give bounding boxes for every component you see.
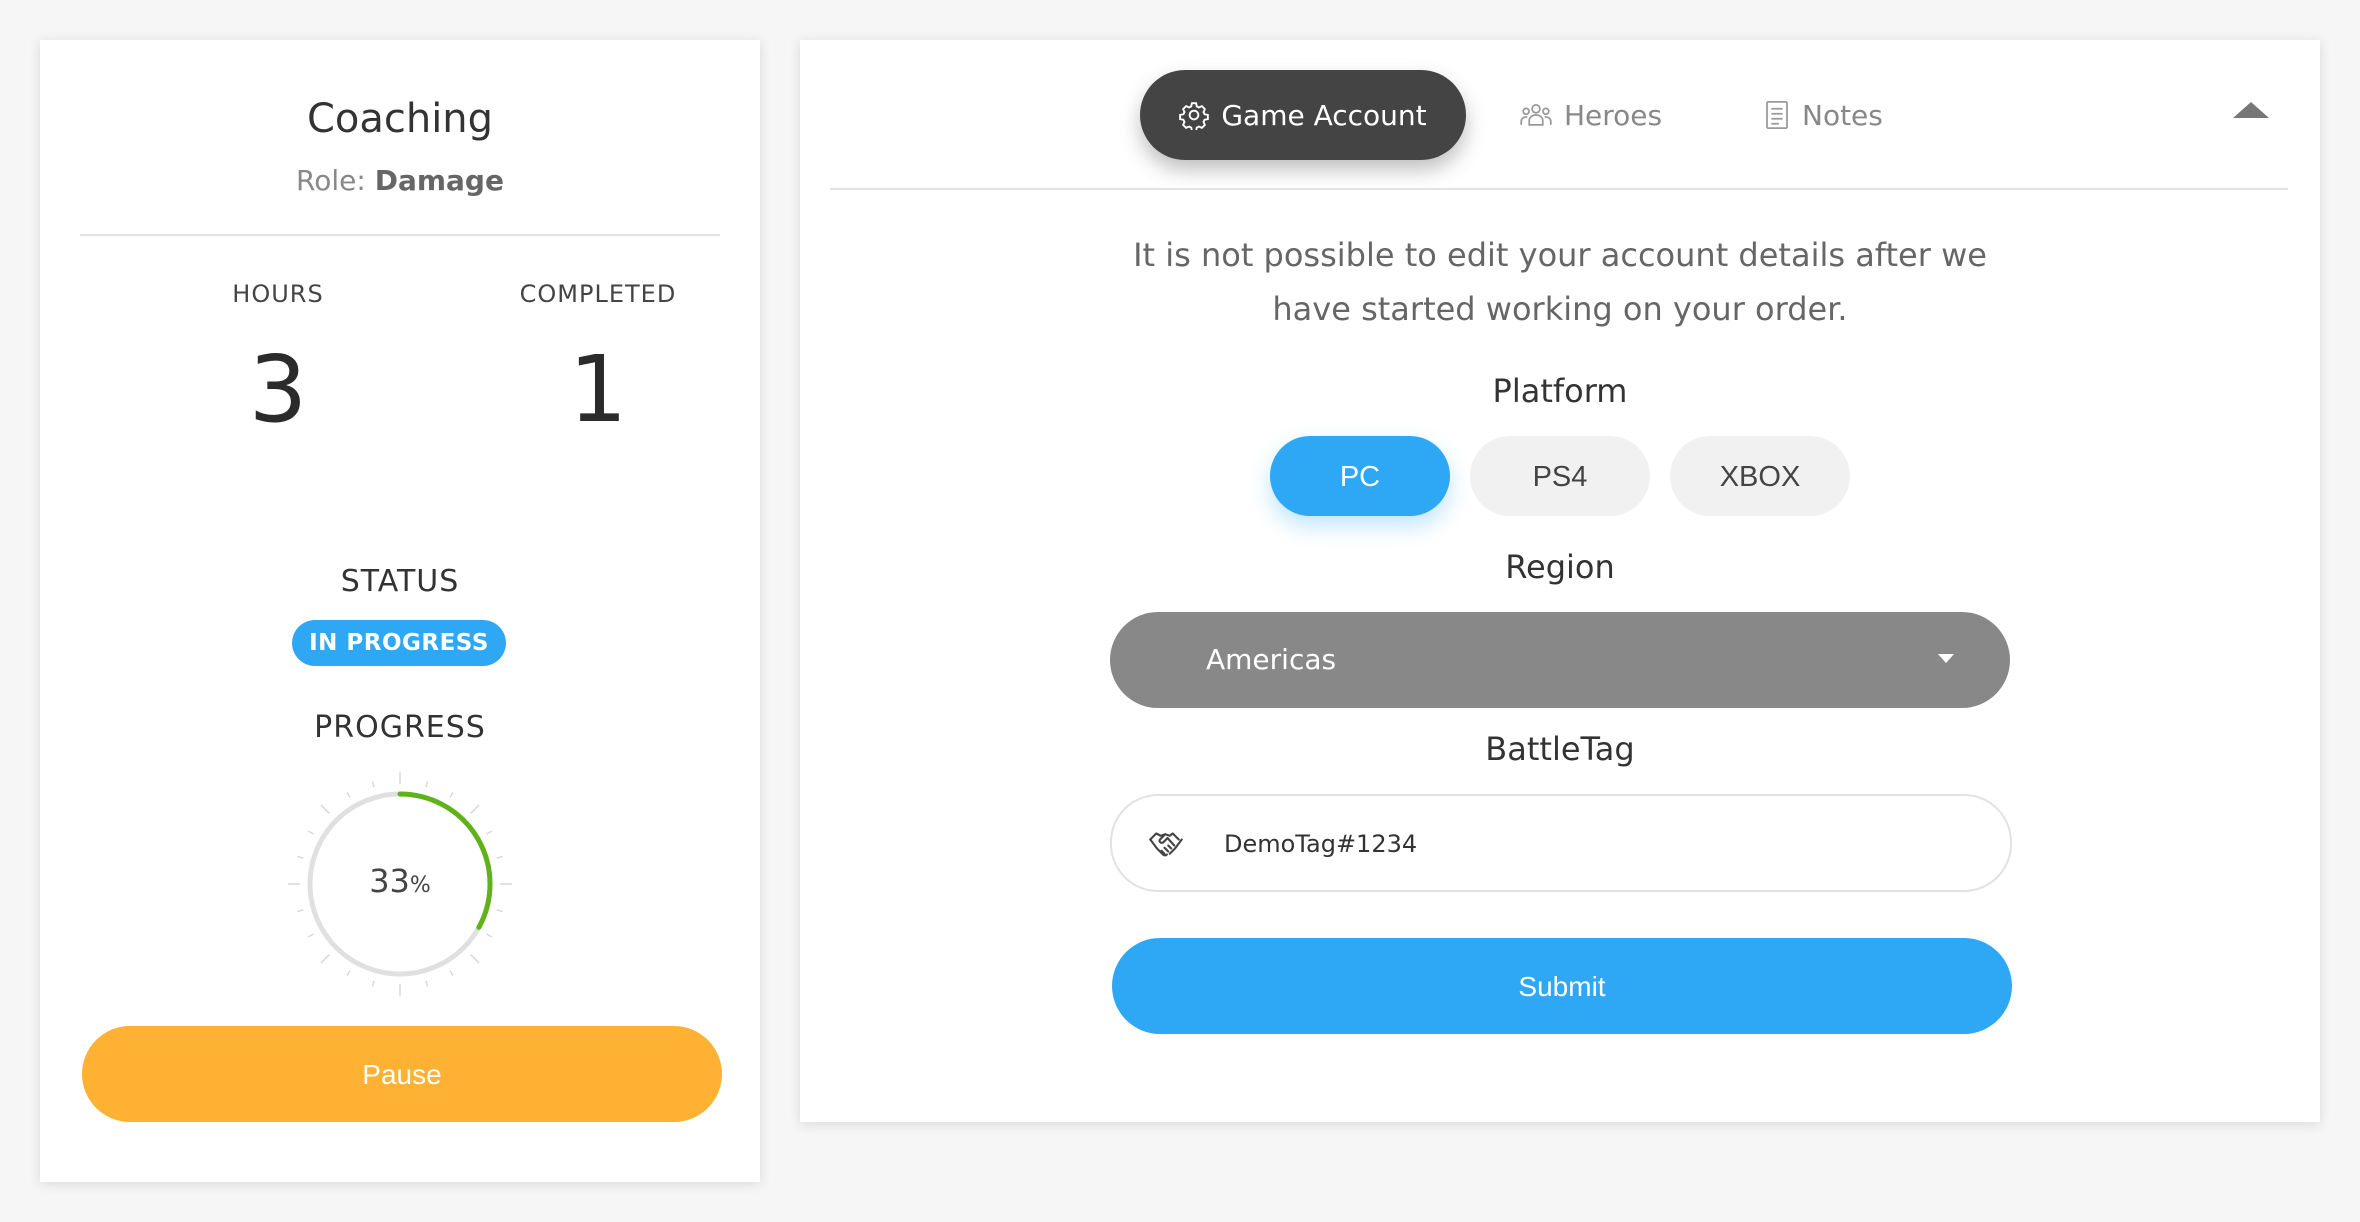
- gauge-tick: [470, 954, 480, 964]
- gauge-tick: [297, 855, 304, 859]
- platform-pc-button[interactable]: PC: [1270, 436, 1450, 516]
- gauge-tick: [486, 830, 493, 835]
- status-badge: IN PROGRESS: [292, 620, 506, 666]
- gauge-tick: [320, 954, 330, 964]
- gauge-tick: [486, 933, 493, 938]
- order-summary-card: Coaching Role: Damage HOURS 3 COMPLETED …: [40, 40, 760, 1182]
- gauge-tick: [470, 804, 480, 814]
- battletag-field-wrapper: [1110, 794, 2012, 892]
- region-value: Americas: [1206, 643, 1337, 676]
- region-select[interactable]: Americas: [1110, 612, 2010, 708]
- platform-xbox-button[interactable]: XBOX: [1670, 436, 1850, 516]
- tab-label: Game Account: [1221, 98, 1427, 132]
- battletag-label: BattleTag: [1485, 730, 1635, 768]
- gauge-tick: [496, 909, 503, 913]
- submit-button[interactable]: Submit: [1112, 938, 2012, 1034]
- completed-label: COMPLETED: [519, 280, 677, 308]
- battletag-input[interactable]: [1222, 816, 1966, 872]
- gauge-tick: [425, 980, 429, 987]
- role-line: Role: Damage: [40, 164, 760, 197]
- gauge-tick: [307, 830, 314, 835]
- edit-notice: It is not possible to edit your account …: [1133, 236, 1987, 328]
- tab-game-account[interactable]: Game Account: [1140, 70, 1466, 160]
- chevron-down-icon: [1938, 654, 1954, 663]
- role-value: Damage: [374, 164, 504, 197]
- users-icon: [1520, 104, 1552, 126]
- region-label: Region: [1505, 548, 1615, 586]
- tab-heroes[interactable]: Heroes: [1520, 70, 1662, 160]
- account-card: Game Account Heroes Notes It is not poss…: [800, 40, 2320, 1122]
- gauge-tick: [346, 791, 351, 798]
- tab-label: Heroes: [1564, 98, 1663, 132]
- progress-unit: %: [409, 873, 431, 898]
- divider: [80, 234, 720, 236]
- status-label: STATUS: [340, 564, 460, 599]
- gauge-tick: [320, 804, 330, 814]
- progress-label: PROGRESS: [314, 710, 486, 745]
- platform-ps4-button[interactable]: PS4: [1470, 436, 1650, 516]
- handshake-icon: [1149, 832, 1183, 857]
- gauge-tick: [449, 970, 454, 977]
- tab-label: Notes: [1802, 98, 1883, 132]
- gauge-tick: [496, 855, 503, 859]
- collapse-caret-icon[interactable]: [2233, 102, 2269, 118]
- role-label: Role:: [296, 164, 366, 197]
- hours-label: HOURS: [232, 280, 324, 308]
- gauge-tick: [449, 791, 454, 798]
- gauge-tick: [371, 781, 375, 788]
- gauge-tick: [297, 909, 304, 913]
- notes-icon: [1766, 101, 1788, 129]
- gauge-progress-arc: [397, 791, 493, 930]
- platform-label: Platform: [1492, 372, 1628, 410]
- gauge-tick: [346, 970, 351, 977]
- gauge-tick: [425, 781, 429, 788]
- tab-notes[interactable]: Notes: [1764, 70, 1883, 160]
- completed-value: 1: [568, 336, 628, 443]
- card-title: Coaching: [306, 96, 494, 142]
- gauge-tick: [371, 980, 375, 987]
- gauge-tick: [307, 933, 314, 938]
- gear-icon: [1179, 102, 1210, 130]
- hours-value: 3: [248, 336, 308, 443]
- pause-button[interactable]: Pause: [82, 1026, 722, 1122]
- progress-value: 33: [369, 862, 410, 900]
- progress-readout: 33%: [284, 862, 516, 900]
- divider: [830, 188, 2288, 190]
